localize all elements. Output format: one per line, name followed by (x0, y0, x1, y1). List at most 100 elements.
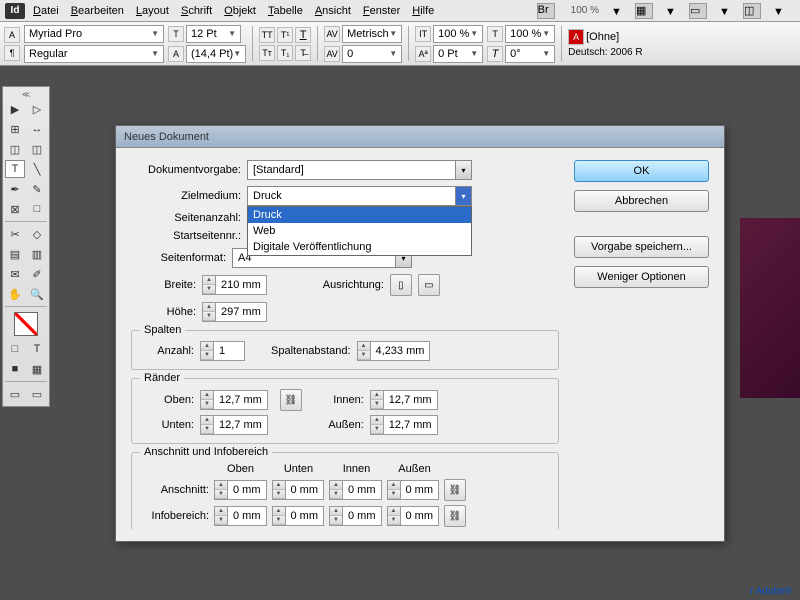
underline-icon[interactable]: T (295, 27, 311, 43)
font-family-combo[interactable]: Myriad Pro▼ (24, 25, 164, 43)
menu-schrift[interactable]: Schrift (181, 5, 212, 17)
skew-combo[interactable]: 0°▼ (505, 45, 555, 63)
slug-outside-input[interactable]: ▲▼0 mm (387, 506, 440, 526)
fill-icon[interactable]: A (568, 29, 584, 45)
pencil-tool[interactable]: ✎ (27, 180, 47, 198)
margin-outside-input[interactable]: ▲▼12,7 mm (370, 415, 438, 435)
bleed-inside-input[interactable]: ▲▼0 mm (329, 480, 382, 500)
bleed-top-input[interactable]: ▲▼0 mm (214, 480, 267, 500)
preview-view-icon[interactable]: ▭ (27, 385, 47, 403)
menu-fenster[interactable]: Fenster (363, 5, 400, 17)
intent-dropdown: Druck Web Digitale Veröffentlichung (247, 206, 472, 256)
bleed-label: Anschnitt: (144, 484, 209, 496)
hscale-combo[interactable]: 100 %▼ (505, 25, 555, 43)
char-format-icon[interactable]: A (4, 27, 20, 43)
menu-objekt[interactable]: Objekt (224, 5, 256, 17)
content-placer-tool[interactable]: ◫ (27, 140, 47, 158)
toolbox-collapse[interactable] (5, 90, 47, 98)
free-transform-tool[interactable]: ◇ (27, 225, 47, 243)
hand-tool[interactable]: ✋ (5, 285, 25, 303)
height-label: Höhe: (131, 306, 196, 318)
slug-bottom-input[interactable]: ▲▼0 mm (272, 506, 325, 526)
margin-bottom-label: Unten: (144, 419, 194, 431)
tracking-combo[interactable]: 0▼ (342, 45, 402, 63)
screen-mode-icon[interactable]: ▭ (689, 3, 707, 19)
colcount-label: Anzahl: (144, 345, 194, 357)
leading-combo[interactable]: (14,4 Pt)▼ (186, 45, 246, 63)
margin-bottom-input[interactable]: ▲▼12,7 mm (200, 415, 268, 435)
direct-selection-tool[interactable]: ▷ (27, 100, 47, 118)
vscale-combo[interactable]: 100 %▼ (433, 25, 483, 43)
arrange-icon[interactable]: ◫ (743, 3, 761, 19)
menu-ansicht[interactable]: Ansicht (315, 5, 351, 17)
font-style-combo[interactable]: Regular▼ (24, 45, 164, 63)
link-bleed-icon[interactable]: ⛓ (444, 479, 466, 501)
smallcaps-icon[interactable]: Tᴛ (259, 45, 275, 61)
landscape-icon[interactable]: ▭ (418, 274, 440, 296)
slug-top-input[interactable]: ▲▼0 mm (214, 506, 267, 526)
type-tool[interactable]: T (5, 160, 25, 178)
colcount-input[interactable]: ▲▼1 (200, 341, 245, 361)
link-margins-icon[interactable]: ⛓ (280, 389, 302, 411)
menu-hilfe[interactable]: Hilfe (412, 5, 434, 17)
fewer-options-button[interactable]: Weniger Optionen (574, 266, 709, 288)
scissors-tool[interactable]: ✂ (5, 225, 25, 243)
page-tool[interactable]: ⊞ (5, 120, 25, 138)
intent-option-digital[interactable]: Digitale Veröffentlichung (248, 239, 471, 255)
superscript-icon[interactable]: T¹ (277, 27, 293, 43)
save-preset-button[interactable]: Vorgabe speichern... (574, 236, 709, 258)
zoom-tool[interactable]: 🔍 (27, 285, 47, 303)
margin-top-input[interactable]: ▲▼12,7 mm (200, 390, 268, 410)
portrait-icon[interactable]: ▯ (390, 274, 412, 296)
formatting-text-icon[interactable]: T (27, 340, 47, 358)
allcaps-icon[interactable]: TT (259, 27, 275, 43)
gutter-input[interactable]: ▲▼4,233 mm (357, 341, 431, 361)
width-input[interactable]: ▲▼210 mm (202, 275, 267, 295)
footer-adobe-link[interactable]: r Adobe® (750, 586, 792, 597)
cancel-button[interactable]: Abbrechen (574, 190, 709, 212)
kerning-combo[interactable]: Metrisch▼ (342, 25, 402, 43)
apply-color-icon[interactable]: ■ (5, 360, 25, 378)
strike-icon[interactable]: T̶ (295, 45, 311, 61)
intent-option-web[interactable]: Web (248, 223, 471, 239)
font-size-combo[interactable]: 12 Pt▼ (186, 25, 241, 43)
view-options-icon[interactable]: ▦ (635, 3, 653, 19)
gradient-feather-tool[interactable]: ▥ (27, 245, 47, 263)
margin-inside-input[interactable]: ▲▼12,7 mm (370, 390, 438, 410)
margin-outside-label: Außen: (314, 419, 364, 431)
gradient-swatch-tool[interactable]: ▤ (5, 245, 25, 263)
bleed-outside-input[interactable]: ▲▼0 mm (387, 480, 440, 500)
subscript-icon[interactable]: T₁ (277, 45, 293, 61)
rectangle-tool[interactable]: □ (27, 200, 47, 218)
pen-tool[interactable]: ✒ (5, 180, 25, 198)
menu-datei[interactable]: Datei (33, 5, 59, 17)
rectangle-frame-tool[interactable]: ⊠ (5, 200, 25, 218)
preset-combo[interactable]: [Standard]▾ (247, 160, 472, 180)
normal-view-icon[interactable]: ▭ (5, 385, 25, 403)
slug-inside-input[interactable]: ▲▼0 mm (329, 506, 382, 526)
gap-tool[interactable]: ↔ (27, 120, 47, 138)
apply-gradient-icon[interactable]: ▦ (27, 360, 47, 378)
menu-tabelle[interactable]: Tabelle (268, 5, 303, 17)
selection-tool[interactable]: ▶ (5, 100, 25, 118)
baseline-combo[interactable]: 0 Pt▼ (433, 45, 483, 63)
height-input[interactable]: ▲▼297 mm (202, 302, 267, 322)
intent-combo[interactable]: Druck▾ Druck Web Digitale Veröffentlichu… (247, 186, 472, 206)
note-tool[interactable]: ✉ (5, 265, 25, 283)
intent-option-druck[interactable]: Druck (248, 207, 471, 223)
menu-bearbeiten[interactable]: Bearbeiten (71, 5, 124, 17)
content-collector-tool[interactable]: ◫ (5, 140, 25, 158)
para-format-icon[interactable]: ¶ (4, 45, 20, 61)
link-slug-icon[interactable]: ⛓ (444, 505, 466, 527)
zoom-dropdown-arrow[interactable]: ▼ (611, 6, 621, 16)
zoom-level[interactable]: 100 % (571, 5, 599, 16)
ok-button[interactable]: OK (574, 160, 709, 182)
line-tool[interactable]: ╲ (27, 160, 47, 178)
bridge-icon[interactable]: Br (537, 3, 555, 19)
bleed-bottom-input[interactable]: ▲▼0 mm (272, 480, 325, 500)
formatting-container-icon[interactable]: □ (5, 340, 25, 358)
fill-stroke-swatch[interactable] (14, 312, 38, 336)
dialog-titlebar[interactable]: Neues Dokument (116, 126, 724, 148)
menu-layout[interactable]: Layout (136, 5, 169, 17)
eyedropper-tool[interactable]: ✐ (27, 265, 47, 283)
